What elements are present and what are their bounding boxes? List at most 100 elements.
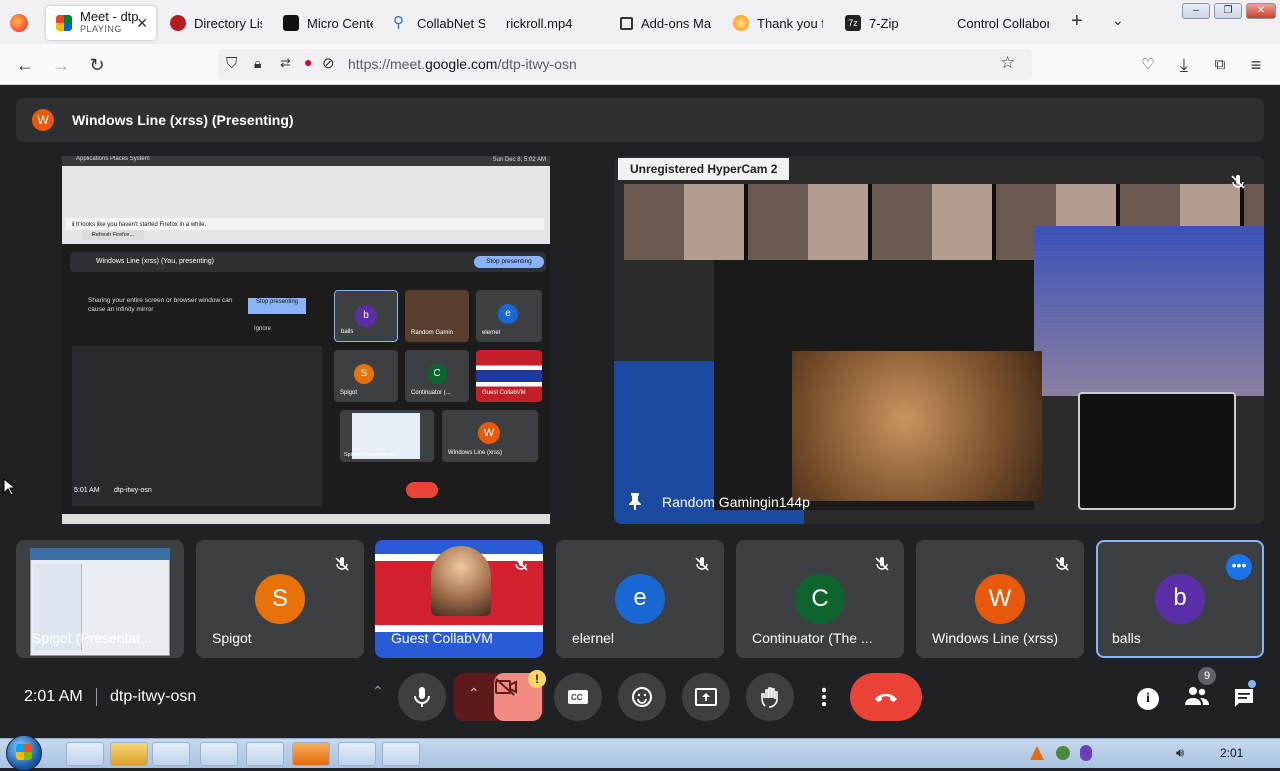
participant-tile-spigot-presentation[interactable]: Spigot (Presentat... (16, 540, 184, 658)
mini-presenting-label: Windows Line (xrss) (You, presenting) (96, 258, 215, 265)
presenter-label: Windows Line (xrss) (Presenting) (72, 112, 294, 128)
meeting-time: 2:01 AM (24, 688, 83, 705)
mic-off-icon (1054, 556, 1070, 572)
reload-icon[interactable]: ↻ (86, 54, 108, 76)
tray-vlc-icon[interactable] (1030, 746, 1044, 760)
microphone-active-icon[interactable]: ● (304, 54, 312, 70)
camera-off-icon (495, 678, 517, 696)
taskbar-app-paint[interactable] (66, 742, 104, 766)
tab-meet[interactable]: Meet - dtp PLAYING ✕ (46, 6, 156, 40)
tab-7zip[interactable]: 7z 7-Zip (845, 6, 925, 40)
participant-tile-guest-collabvm[interactable]: Guest CollabVM (375, 540, 543, 658)
participant-count-badge: 9 (1198, 667, 1216, 685)
close-tab-icon[interactable]: ✕ (136, 15, 148, 32)
captions-button[interactable]: CC (554, 673, 602, 721)
mini-avatar: C (427, 364, 447, 384)
address-bar[interactable]: ⛉ 🔒︎ ⇄ ● ⊘ https://meet.google.com/dtp-i… (218, 49, 1032, 80)
taskbar-app-folder[interactable] (382, 742, 420, 766)
pin-icon[interactable] (628, 492, 642, 510)
tab-addons[interactable]: Add-ons Mar (620, 6, 712, 40)
mini-tile-label: elernel (482, 330, 501, 336)
microphone-button[interactable] (398, 673, 446, 721)
more-options-button[interactable] (810, 673, 838, 721)
captions-icon: CC (568, 690, 588, 704)
participant-name: Continuator (The ... (752, 630, 873, 646)
tray-network-icon[interactable] (1056, 746, 1070, 760)
people-icon[interactable] (1183, 685, 1211, 711)
participant-name: balls (1112, 630, 1141, 646)
video-game-area (1034, 226, 1264, 396)
participant-name: Spigot (212, 630, 252, 646)
maximize-button[interactable]: ❐ (1214, 3, 1242, 19)
infinity-mirror-warning: Sharing your entire screen or browser wi… (88, 297, 233, 313)
audio-options-chevron-icon[interactable]: ⌃ (372, 683, 384, 700)
tray-mic-icon[interactable] (1080, 745, 1092, 761)
pocket-icon[interactable]: ♡ (1137, 54, 1159, 76)
hamburger-menu-icon[interactable]: ≡ (1245, 54, 1267, 76)
presenter-banner: W Windows Line (xrss) (Presenting) (16, 98, 1264, 142)
tab-label: Meet - dtp (80, 9, 139, 24)
firefox-menu-icon[interactable] (10, 14, 28, 32)
mini-avatar: e (498, 304, 518, 324)
shield-icon[interactable]: ⛉ (226, 55, 237, 72)
tab-collabnet[interactable]: ⚲ CollabNet Se (393, 6, 485, 40)
lock-icon[interactable]: 🔒︎ (254, 55, 261, 72)
taskbar-app-vlc[interactable] (292, 742, 330, 766)
meeting-info-icon[interactable]: i (1137, 688, 1159, 710)
taskbar-clock[interactable]: 2:01 (1220, 746, 1243, 760)
tab-list-chevron-icon[interactable]: ⌄ (1112, 12, 1124, 29)
new-tab-button[interactable]: + (1071, 10, 1083, 33)
tab-playing-label: PLAYING (80, 24, 122, 34)
participant-name: elernel (572, 630, 615, 646)
raise-hand-button[interactable] (746, 673, 794, 721)
taskbar-app-explorer[interactable] (110, 742, 148, 766)
tab-directory[interactable]: Directory List (170, 6, 262, 40)
present-now-button[interactable] (682, 673, 730, 721)
participant-name: Windows Line (xrss) (932, 630, 1059, 646)
permissions-icon[interactable]: ⇄ (280, 55, 291, 71)
participant-avatar: C (795, 574, 845, 624)
taskbar-app-disc[interactable] (338, 742, 376, 766)
downloads-icon[interactable]: ⤓ (1173, 54, 1195, 76)
minimize-button[interactable]: – (1182, 3, 1210, 19)
chat-icon[interactable] (1233, 687, 1255, 709)
tab-label: Add-ons Mar (641, 15, 712, 31)
tab-control[interactable]: Control Collabor (957, 6, 1049, 40)
mic-off-icon (1230, 174, 1246, 190)
pinned-participant-name: Random Gamingin144p (662, 494, 810, 510)
back-arrow-icon[interactable]: ← (14, 54, 36, 76)
mini-avatar: S (354, 364, 374, 384)
bookmark-star-icon[interactable]: ☆ (1000, 53, 1015, 73)
participant-tile-windows-line[interactable]: W Windows Line (xrss) (916, 540, 1084, 658)
tab-rickroll[interactable]: rickroll.mp4 (506, 6, 596, 40)
participant-tile-spigot[interactable]: S Spigot (196, 540, 364, 658)
present-screen-icon (695, 688, 717, 706)
mini-tile-label: Random Gamin (411, 330, 454, 336)
mini-tile-windows-line: W Windows Line (xrss) (442, 410, 538, 462)
participant-tile-balls[interactable]: b ••• balls (1096, 540, 1264, 658)
forward-arrow-icon[interactable]: → (50, 54, 72, 76)
video-calendar-panel (1078, 392, 1236, 510)
more-options-icon[interactable]: ••• (1226, 554, 1252, 580)
tab-thankyou[interactable]: Thank you fo (733, 6, 823, 40)
chat-notification-dot (1248, 680, 1256, 688)
taskbar-app-notepad[interactable] (200, 742, 238, 766)
autoplay-blocked-icon[interactable]: ⊘ (322, 54, 335, 72)
tray-volume-icon[interactable]: 🔊︎ (1176, 745, 1184, 761)
url-text[interactable]: https://meet.google.com/dtp-itwy-osn (348, 56, 577, 72)
participant-tile-continuator[interactable]: C Continuator (The ... (736, 540, 904, 658)
participant-tile-elernel[interactable]: e elernel (556, 540, 724, 658)
mini-tile-elernel: e elernel (476, 290, 542, 342)
tab-label: Directory List (194, 15, 262, 31)
mouse-cursor (3, 477, 17, 496)
windows-taskbar: 🔊︎ 2:01 (0, 735, 1280, 771)
tab-microcenter[interactable]: Micro Center (283, 6, 373, 40)
taskbar-app-network[interactable] (246, 742, 284, 766)
close-window-button[interactable]: ✕ (1246, 3, 1276, 19)
taskbar-app-firefox[interactable] (152, 742, 190, 766)
emoji-reaction-button[interactable] (618, 673, 666, 721)
leave-call-button[interactable] (850, 673, 922, 721)
pinned-video-tile[interactable]: Unregistered HyperCam 2 Random Gamingin1… (614, 156, 1264, 524)
extensions-icon[interactable]: ⧉ (1209, 54, 1231, 76)
puzzle-icon (620, 16, 633, 30)
